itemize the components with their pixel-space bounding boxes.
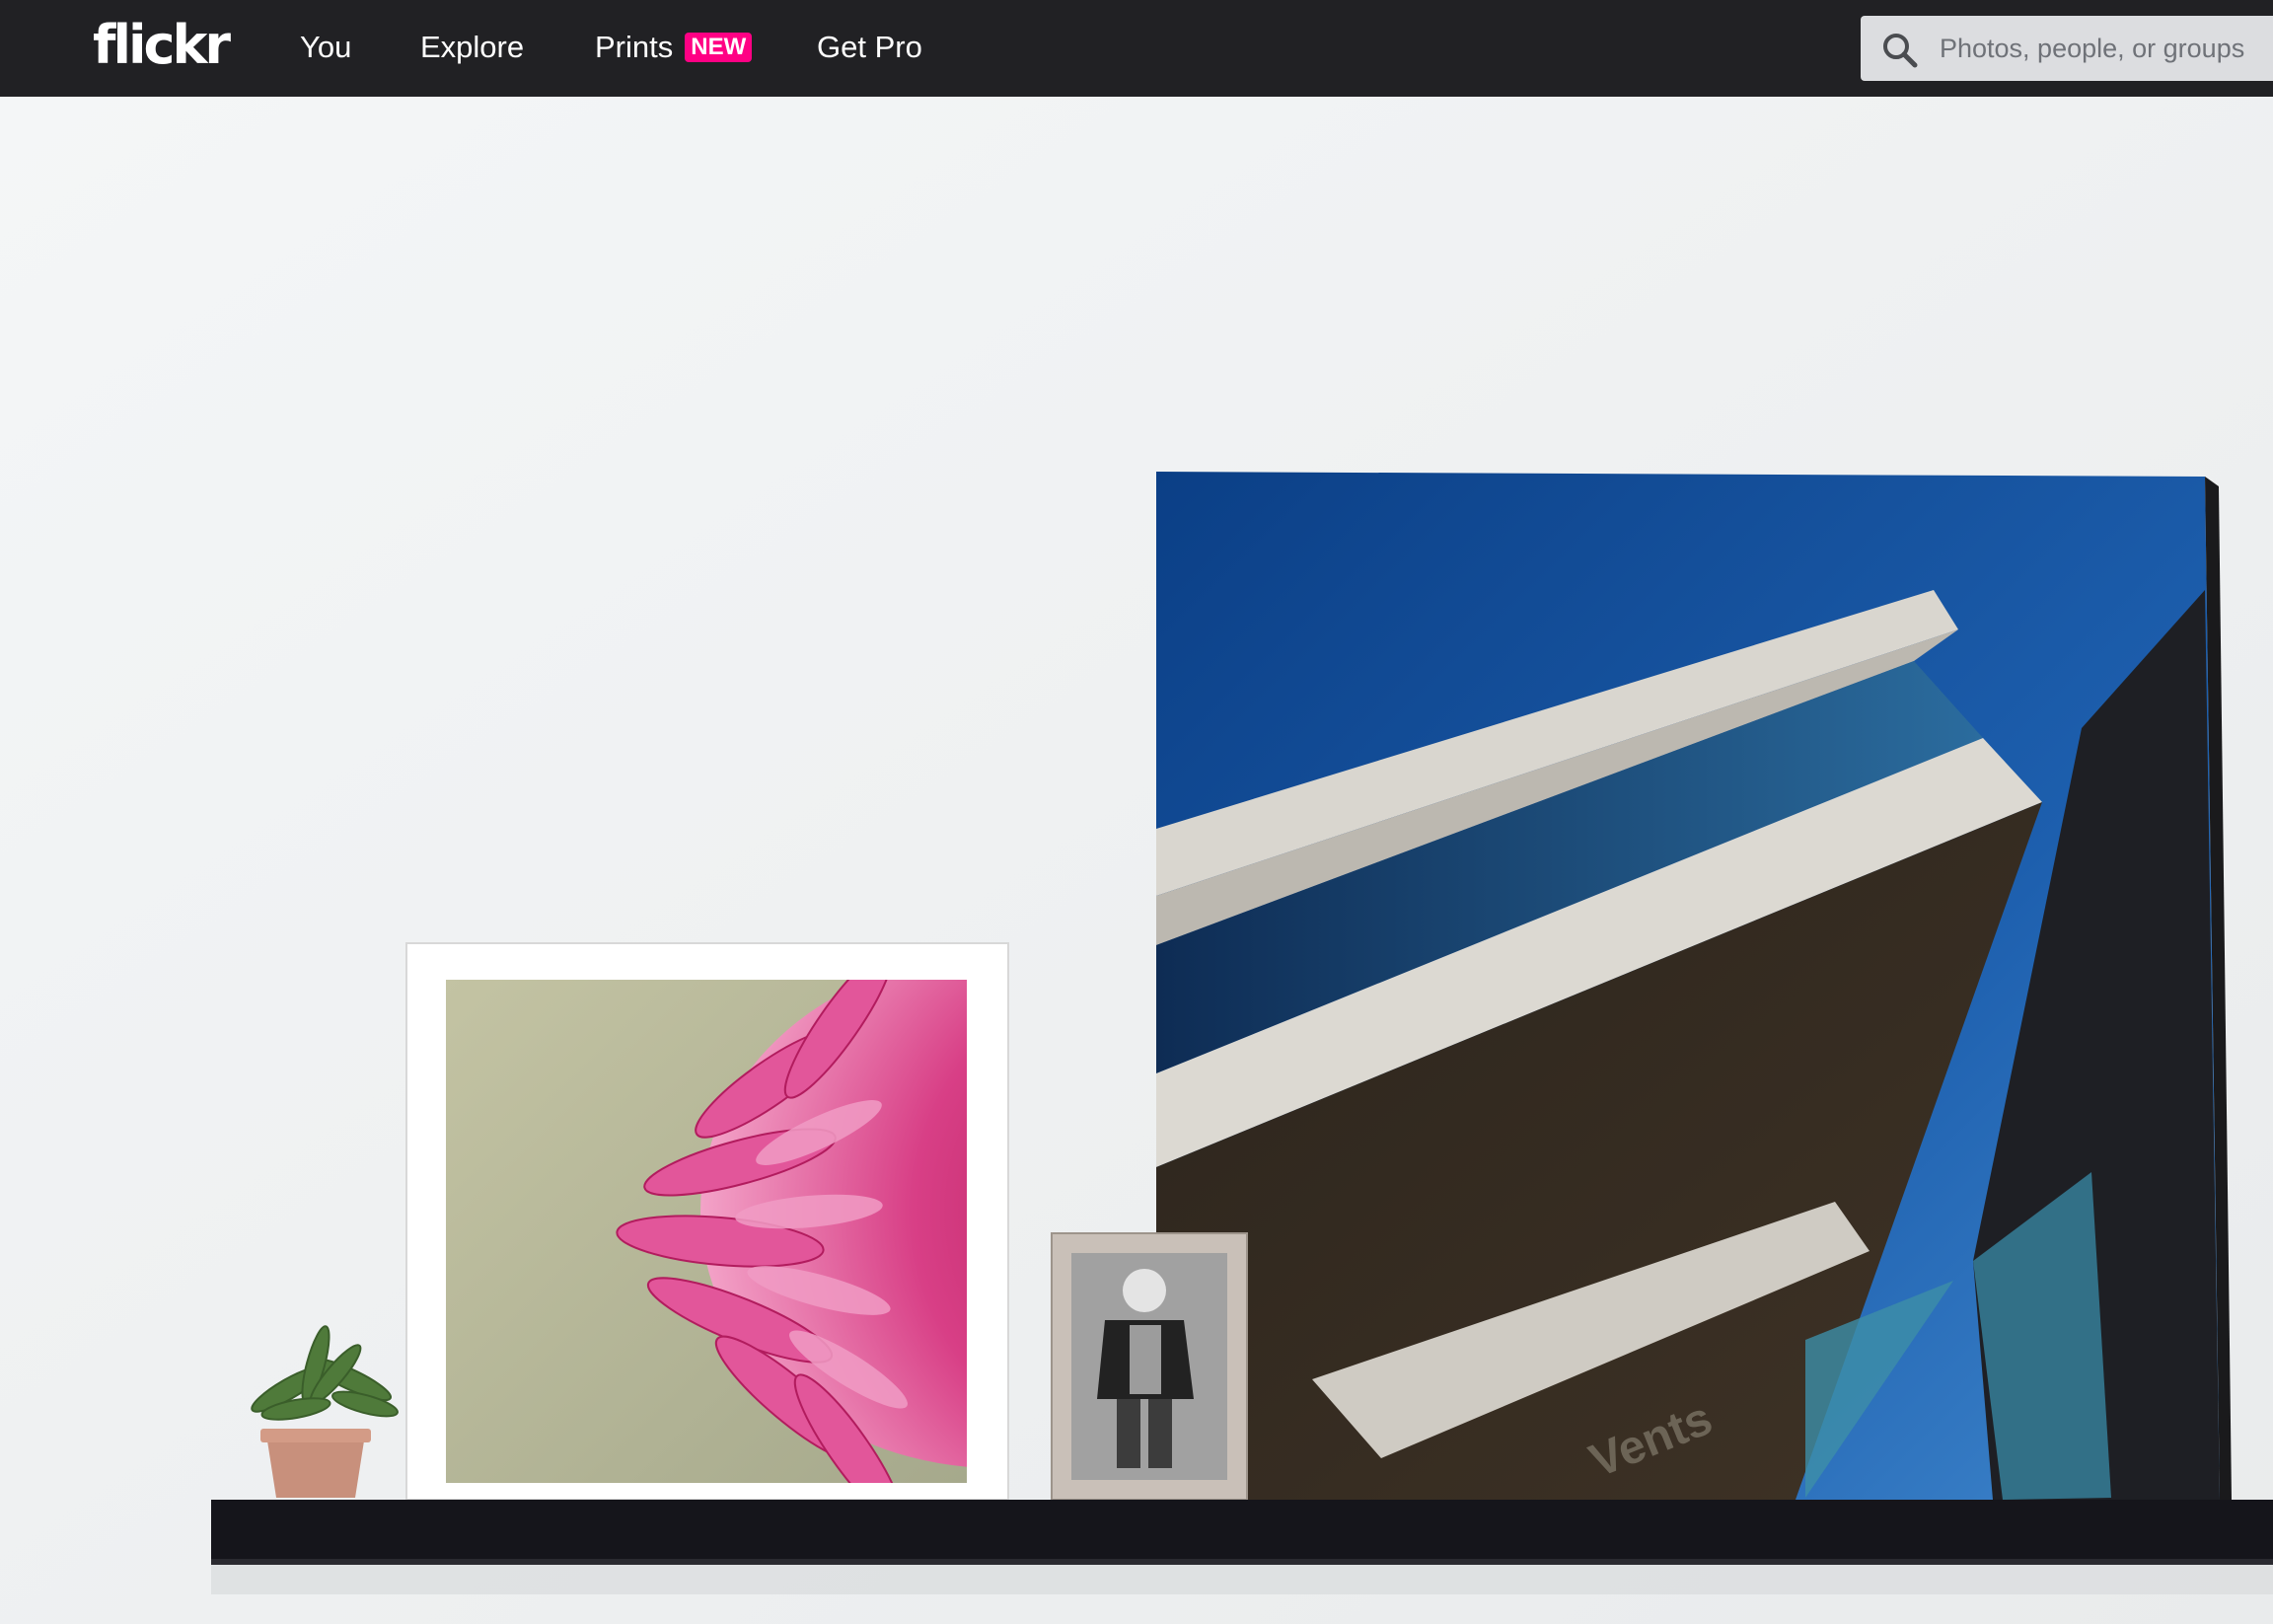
nav-prints-label: Prints: [595, 30, 674, 64]
nav-explore[interactable]: Explore: [420, 28, 524, 67]
page-subtitle: Get stunning wall art and high-quality p…: [159, 305, 873, 412]
canvas-print-text: Vents: [1582, 1392, 1720, 1488]
nav-you[interactable]: You: [300, 28, 351, 67]
page-title: Prints & Wall Art: [159, 189, 684, 264]
canvas-print-building: Vents: [1156, 472, 2232, 1500]
potted-plant: [251, 1325, 399, 1498]
nav-prints[interactable]: Prints NEW: [595, 28, 753, 67]
search-box[interactable]: [1861, 16, 2273, 81]
choose-photos-button[interactable]: Choose photos: [160, 519, 499, 631]
new-badge: NEW: [685, 33, 753, 62]
wall-shelf: [211, 1500, 2273, 1594]
framed-print-child: [1051, 1232, 1248, 1501]
framed-print-flower: [405, 942, 1009, 1501]
top-navigation: flickr You Explore Prints NEW Get Pro: [0, 0, 2273, 97]
flickr-logo[interactable]: flickr: [93, 14, 231, 77]
nav-get-pro[interactable]: Get Pro: [817, 28, 922, 67]
search-icon[interactable]: [1880, 31, 1920, 70]
search-input[interactable]: [1940, 16, 2273, 81]
